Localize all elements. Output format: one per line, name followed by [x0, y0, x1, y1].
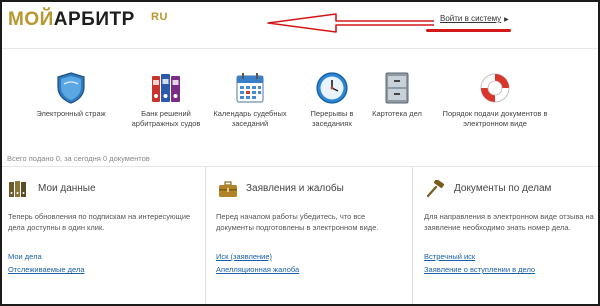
service-filing-procedure[interactable]: Порядок подачи документов в электронном …	[440, 70, 550, 130]
column-description: Для направления в электронном виде отзыв…	[424, 212, 594, 232]
binders-small-icon	[9, 181, 26, 197]
logo-part1: МОЙ	[8, 9, 54, 30]
column-description: Перед началом работы убедитесь, что все …	[216, 212, 379, 232]
login-link-label: Войти в систему	[440, 14, 502, 23]
column-title: Мои данные	[38, 183, 96, 194]
logo-suffix: RU	[151, 11, 168, 23]
caret-right-icon: ▶	[504, 17, 509, 23]
stats-text: Всего подано 0, за сегодня 0 документов	[7, 154, 150, 163]
link-counterclaim[interactable]: Встречный иск	[424, 252, 475, 261]
service-label: Порядок подачи документов в электронном …	[442, 109, 548, 128]
lifebuoy-icon	[480, 73, 510, 103]
login-link[interactable]: Войти в систему ▶	[440, 14, 509, 23]
service-label: Картотека дел	[372, 109, 422, 118]
service-label: Календарь судебных заседаний	[213, 109, 287, 128]
link-my-cases[interactable]: Мои дела	[8, 252, 42, 261]
link-join-case[interactable]: Заявление о вступлении в дело	[424, 265, 535, 274]
header-divider	[2, 48, 598, 49]
column-my-data: Мои данные Теперь обновления по подписка…	[2, 166, 202, 304]
page-frame: МОЙАРБИТР RU Войти в систему ▶ Электронны…	[0, 0, 600, 306]
column-claims: Заявления и жалобы Перед началом работы …	[212, 166, 412, 304]
link-appeal[interactable]: Апелляционная жалоба	[216, 265, 299, 274]
calendar-icon	[236, 73, 264, 103]
column-divider	[205, 167, 206, 304]
binders-icon	[152, 74, 180, 102]
annotation-underline	[426, 29, 511, 32]
column-divider	[412, 167, 413, 304]
service-breaks[interactable]: Перерывы в заседаниях	[300, 70, 364, 130]
column-title: Заявления и жалобы	[246, 183, 344, 194]
service-label: Банк решений арбитражных судов	[131, 109, 201, 128]
annotation-arrow-icon	[267, 13, 434, 33]
column-description: Теперь обновления по подпискам на интере…	[8, 212, 191, 232]
file-cabinet-icon	[385, 72, 409, 104]
shield-icon	[57, 72, 85, 104]
link-tracked-cases[interactable]: Отслеживаемые дела	[8, 265, 85, 274]
service-electronic-guard[interactable]: Электронный страж	[36, 70, 106, 130]
clock-icon	[316, 72, 348, 104]
briefcase-icon	[219, 181, 237, 197]
logo-part2: АРБИТР	[53, 9, 135, 30]
gavel-icon	[426, 180, 445, 198]
link-claim[interactable]: Иск (заявление)	[216, 252, 272, 261]
column-title: Документы по делам	[454, 183, 552, 194]
column-case-documents: Документы по делам Для направления в эле…	[420, 166, 598, 304]
service-decisions-bank[interactable]: Банк решений арбитражных судов	[118, 70, 214, 130]
service-label: Перерывы в заседаниях	[310, 109, 354, 128]
service-calendar[interactable]: Календарь судебных заседаний	[210, 70, 290, 130]
service-label: Электронный страж	[36, 109, 106, 118]
service-case-file[interactable]: Картотека дел	[367, 70, 427, 130]
site-logo[interactable]: МОЙАРБИТР RU	[8, 9, 167, 31]
